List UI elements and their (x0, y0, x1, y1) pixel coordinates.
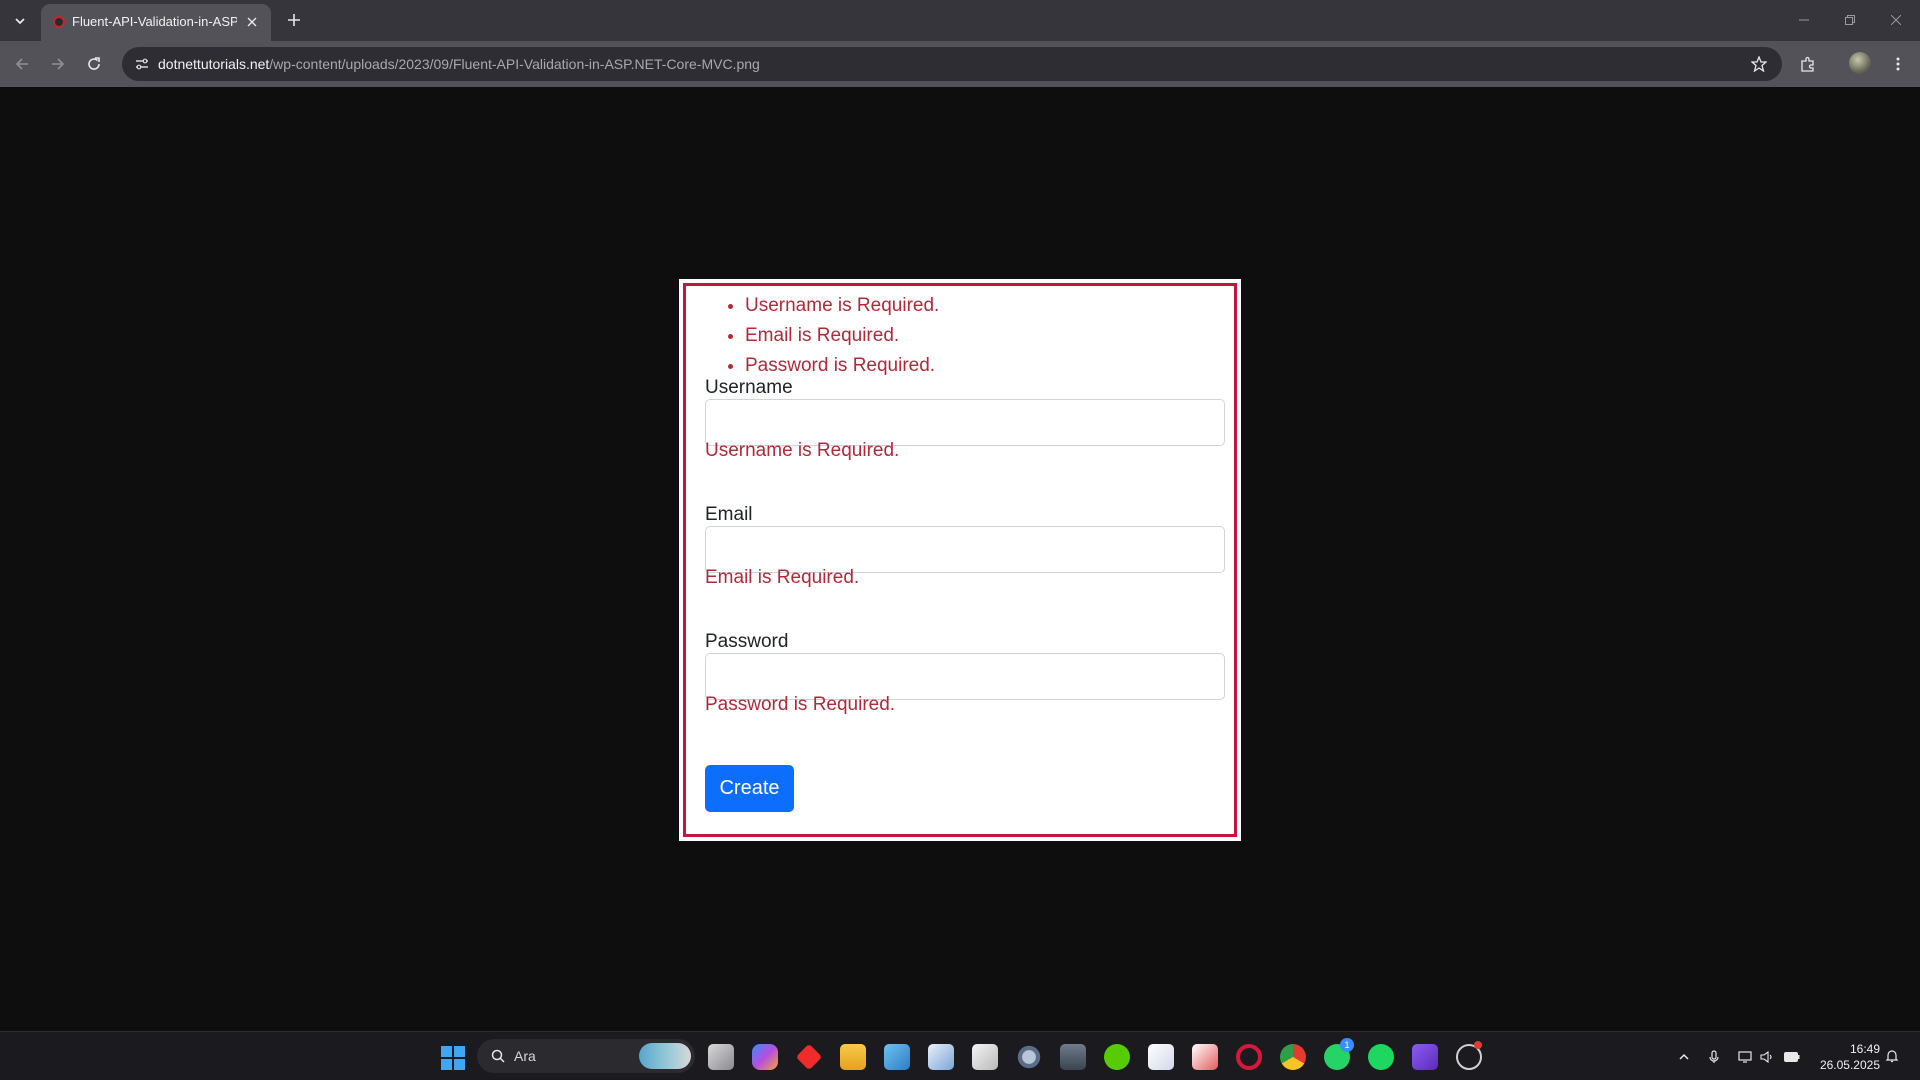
minimize-button[interactable] (1792, 8, 1816, 32)
site-info-icon[interactable] (132, 54, 152, 74)
chevron-up-icon[interactable] (1676, 1049, 1692, 1065)
forward-button[interactable] (46, 52, 70, 76)
url-host: dotnettutorials.net (158, 56, 270, 72)
whatsapp-badge: 1 (1340, 1038, 1354, 1052)
restore-button[interactable] (1838, 8, 1862, 32)
username-label: Username (705, 377, 793, 398)
validation-summary: Username is Required. Email is Required.… (745, 291, 939, 381)
system-clock[interactable]: 16:49 26.05.2025 (1810, 1041, 1880, 1073)
tab-title: Fluent-API-Validation-in-ASP.NET-Core-MV… (72, 14, 237, 29)
arrow-right-icon (52, 58, 65, 70)
password-label: Password (705, 631, 789, 652)
search-highlight-icon (639, 1043, 691, 1069)
address-bar[interactable]: dotnettutorials.net/wp-content/uploads/2… (122, 47, 1782, 81)
url-path: /wp-content/uploads/2023/09/Fluent-API-V… (269, 56, 760, 72)
monitor-icon[interactable] (928, 1044, 954, 1070)
username-error: Username is Required. (705, 440, 900, 461)
start-button[interactable] (441, 1046, 465, 1070)
taskbar: Ara 1 16:49 26.05.2025 (0, 1031, 1920, 1080)
create-button[interactable]: Create (705, 765, 794, 812)
reload-icon (88, 57, 100, 70)
more-vertical-icon (1896, 57, 1900, 71)
clock-time: 16:49 (1849, 1042, 1880, 1056)
close-icon (247, 17, 257, 27)
summary-error: Username is Required. (745, 291, 939, 321)
volume-icon[interactable] (1759, 1049, 1775, 1065)
password-input[interactable] (705, 653, 1225, 700)
windows-logo-icon (441, 1059, 452, 1070)
terminal-icon[interactable] (1060, 1044, 1086, 1070)
menu-button[interactable] (1886, 52, 1910, 76)
summary-error: Email is Required. (745, 321, 939, 351)
back-button[interactable] (10, 52, 34, 76)
visual-studio-icon[interactable] (1412, 1044, 1438, 1070)
opera-icon[interactable] (1236, 1044, 1262, 1070)
close-icon (1891, 15, 1901, 25)
tab-strip: Fluent-API-Validation-in-ASP.NET-Core-MV… (0, 0, 1920, 41)
clock-date: 26.05.2025 (1819, 1058, 1880, 1072)
notification-bell-icon[interactable] (1885, 1049, 1901, 1065)
search-placeholder: Ara (514, 1048, 536, 1064)
taskbar-search[interactable]: Ara (477, 1039, 695, 1073)
solitaire-icon[interactable] (1148, 1044, 1174, 1070)
form-screenshot: Username is Required. Email is Required.… (679, 279, 1241, 841)
battery-icon[interactable] (1784, 1049, 1800, 1065)
reload-button[interactable] (82, 52, 106, 76)
anydesk-icon[interactable] (795, 1043, 823, 1071)
url-text[interactable]: dotnettutorials.net/wp-content/uploads/2… (158, 56, 760, 72)
microsoft-store-icon[interactable] (972, 1044, 998, 1070)
duolingo-icon[interactable] (1104, 1044, 1130, 1070)
new-tab-button[interactable] (282, 8, 306, 32)
chevron-down-icon (15, 18, 25, 25)
notification-dot (1474, 1041, 1482, 1049)
username-input[interactable] (705, 399, 1225, 446)
close-window-button[interactable] (1884, 8, 1908, 32)
chrome-icon[interactable] (1280, 1044, 1306, 1070)
display-icon[interactable] (1737, 1049, 1753, 1065)
email-error: Email is Required. (705, 567, 860, 588)
star-icon (1751, 56, 1767, 72)
copilot-icon[interactable] (752, 1044, 778, 1070)
favicon-icon (53, 16, 65, 28)
tab-search-button[interactable] (8, 9, 32, 33)
restore-icon (1845, 15, 1855, 25)
remote-desktop-icon[interactable] (884, 1044, 910, 1070)
settings-icon[interactable] (1016, 1044, 1042, 1070)
profile-avatar[interactable] (1849, 52, 1871, 74)
email-input[interactable] (705, 526, 1225, 573)
image-viewer: Username is Required. Email is Required.… (0, 87, 1920, 1031)
snipping-tool-icon[interactable] (1192, 1044, 1218, 1070)
bookmark-star-button[interactable] (1748, 53, 1770, 75)
plus-icon (288, 14, 300, 26)
email-label: Email (705, 504, 753, 525)
windows-logo-icon (454, 1059, 465, 1070)
microphone-icon[interactable] (1706, 1049, 1722, 1065)
extensions-button[interactable] (1796, 52, 1820, 76)
minimize-icon (1799, 19, 1809, 21)
browser-toolbar: dotnettutorials.net/wp-content/uploads/2… (0, 41, 1920, 87)
windows-logo-icon (454, 1046, 465, 1057)
arrow-left-icon (15, 58, 28, 70)
close-tab-button[interactable] (243, 13, 261, 31)
password-error: Password is Required. (705, 694, 896, 715)
puzzle-icon (1801, 56, 1814, 72)
file-explorer-icon[interactable] (840, 1044, 866, 1070)
task-view-icon[interactable] (708, 1044, 734, 1070)
windows-logo-icon (441, 1046, 452, 1057)
active-tab[interactable]: Fluent-API-Validation-in-ASP.NET-Core-MV… (41, 4, 271, 41)
search-icon (489, 1047, 507, 1065)
spotify-icon[interactable] (1368, 1044, 1394, 1070)
